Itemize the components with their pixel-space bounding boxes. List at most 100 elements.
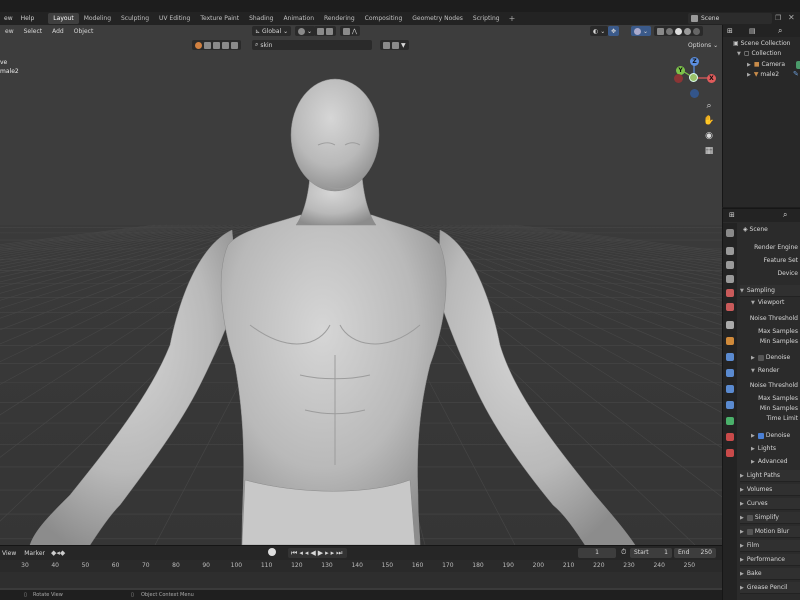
particles-tab-icon[interactable] [726, 369, 734, 377]
viewport-shading-buttons[interactable] [654, 26, 703, 36]
search-filter-buttons[interactable]: ▼ [380, 40, 409, 50]
tab-scripting[interactable]: Scripting [468, 13, 505, 24]
section-curves[interactable]: ▶ Curves [740, 498, 800, 510]
section-motion-blur[interactable]: ▶ Motion Blur [740, 526, 800, 538]
section-volumes[interactable]: ▶ Volumes [740, 484, 800, 496]
output-tab-icon[interactable] [726, 261, 734, 269]
timeline-track-area[interactable] [0, 572, 722, 588]
outliner-camera[interactable]: ▶ ■ Camera [747, 60, 785, 70]
subsection-render[interactable]: ▼ Render [751, 366, 779, 376]
constraints-tab-icon[interactable] [726, 401, 734, 409]
search-field[interactable]: ⌕ skin [252, 40, 372, 50]
tab-shading[interactable]: Shading [244, 13, 278, 24]
jump-end-icon[interactable]: ⏭ [336, 549, 344, 557]
section-bake[interactable]: ▶ Bake [740, 568, 800, 580]
overlays-toggle[interactable]: ⌄ [631, 26, 652, 36]
visibility-filter[interactable] [192, 40, 241, 50]
current-frame-field[interactable]: 1 [578, 548, 616, 558]
gizmo-center[interactable] [689, 73, 698, 82]
viewport-scene[interactable] [0, 25, 722, 545]
gizmo-x-axis[interactable]: X [707, 74, 716, 83]
section-performance[interactable]: ▶ Performance [740, 554, 800, 566]
section-sampling[interactable]: ▼ Sampling [740, 285, 800, 297]
tool-tab-icon[interactable] [726, 229, 734, 237]
viewport-menu-view[interactable]: ew [0, 28, 19, 35]
material-tab-icon[interactable] [726, 433, 734, 441]
section-light-paths[interactable]: ▶ Light Paths [740, 470, 800, 482]
gizmo-z-axis[interactable]: Z [690, 57, 699, 66]
viewport-menu-select[interactable]: Select [19, 28, 48, 35]
outliner-search-icon[interactable]: ⌕ [778, 26, 782, 36]
display-mode-icon[interactable]: ▤ [749, 27, 756, 35]
collection-tab-icon[interactable] [726, 321, 734, 329]
tab-sculpting[interactable]: Sculpting [116, 13, 154, 24]
snap-toggle[interactable] [314, 26, 336, 36]
tab-uv-editing[interactable]: UV Editing [154, 13, 195, 24]
menu-view[interactable]: ew [0, 15, 17, 22]
add-workspace-button[interactable]: + [505, 14, 520, 23]
tab-modeling[interactable]: Modeling [79, 13, 116, 24]
timeline-menu-marker[interactable]: Marker [18, 550, 51, 557]
proportional-edit-toggle[interactable]: ⋀ [340, 26, 360, 36]
grid-perspective-icon[interactable]: ▦ [703, 145, 715, 157]
start-frame-field[interactable]: Start 1 [630, 548, 672, 558]
3d-viewport[interactable]: ew Select Add Object ⊾ Global ⌄ ⌄ ⋀ ⌕ sk… [0, 25, 722, 545]
modifier-icon[interactable]: ✎ [793, 70, 799, 78]
keyframe-icons[interactable]: ◆◂◆ [51, 549, 65, 557]
camera-view-icon[interactable]: ◉ [703, 130, 715, 142]
render-tab-icon[interactable] [726, 247, 734, 255]
subsection-viewport[interactable]: ▼ Viewport [751, 298, 784, 308]
menu-help[interactable]: Help [17, 15, 39, 22]
preview-range-icon[interactable]: ⏱ [621, 548, 626, 557]
object-tab-icon[interactable] [726, 337, 734, 345]
texture-tab-icon[interactable] [726, 449, 734, 457]
tab-geometry-nodes[interactable]: Geometry Nodes [407, 13, 468, 24]
camera-data-icon[interactable] [796, 61, 800, 69]
section-simplify[interactable]: ▶ Simplify [740, 512, 800, 524]
render-denoise-checkbox[interactable]: ▶ Denoise [751, 431, 790, 441]
record-button[interactable] [268, 548, 276, 556]
viewport-denoise-checkbox[interactable]: ▶ Denoise [751, 353, 790, 363]
modifier-tab-icon[interactable] [726, 353, 734, 361]
copy-scene-icon[interactable]: ❐ [775, 14, 781, 22]
gizmo-toggle[interactable]: ✥ [608, 26, 620, 36]
shading-modes[interactable]: ◐ ⌄ [590, 26, 609, 36]
pan-hand-icon[interactable]: ✋ [703, 115, 715, 127]
scene-selector[interactable]: Scene [688, 13, 772, 24]
timeline-ruler[interactable]: 30 40 50 60 70 80 90 100 110 120 130 140 150 160 170 18… [0, 560, 722, 572]
end-frame-field[interactable]: End 250 [674, 548, 716, 558]
tab-layout[interactable]: Layout [48, 13, 79, 24]
subsection-lights[interactable]: ▶ Lights [751, 444, 776, 454]
next-key-icon[interactable]: ▸▸ [325, 549, 336, 557]
tab-texture-paint[interactable]: Texture Paint [195, 13, 244, 24]
gizmo-neg-z[interactable] [690, 89, 699, 98]
play-reverse-icon[interactable]: ◀ [310, 549, 317, 557]
zoom-icon[interactable]: ⌕ [703, 100, 715, 112]
outliner-collection[interactable]: ▼ ▢ Collection [737, 49, 781, 59]
viewport-menu-object[interactable]: Object [69, 28, 99, 35]
editor-type-icon[interactable]: ⊞ [727, 27, 733, 35]
tab-compositing[interactable]: Compositing [360, 13, 408, 24]
data-tab-icon[interactable] [726, 417, 734, 425]
tab-rendering[interactable]: Rendering [319, 13, 360, 24]
properties-editor-icon[interactable]: ⊞ [729, 211, 735, 219]
subsection-advanced[interactable]: ▶ Advanced [751, 457, 788, 467]
options-dropdown[interactable]: Options ⌄ [685, 40, 721, 50]
prev-key-icon[interactable]: ◂◂ [299, 549, 310, 557]
gizmo-neg-x[interactable] [674, 74, 683, 83]
physics-tab-icon[interactable] [726, 385, 734, 393]
section-film[interactable]: ▶ Film [740, 540, 800, 552]
section-grease-pencil[interactable]: ▶ Grease Pencil [740, 582, 800, 594]
world-tab-icon[interactable] [726, 303, 734, 311]
outliner-male2[interactable]: ▶ ▼ male2 [747, 70, 779, 80]
delete-scene-icon[interactable]: ✕ [788, 13, 795, 22]
navigation-gizmo[interactable]: Z Y X [672, 57, 718, 123]
scene-tab-icon[interactable] [726, 289, 734, 297]
outliner-scene-collection[interactable]: ▣ Scene Collection [733, 39, 790, 49]
properties-search-icon[interactable]: ⌕ [783, 210, 787, 220]
tab-animation[interactable]: Animation [278, 13, 319, 24]
viewport-menu-add[interactable]: Add [47, 28, 69, 35]
playback-controls[interactable]: ⏮◂◂◀▶▸▸⏭ [288, 548, 348, 558]
transform-orientation-dropdown[interactable]: ⊾ Global ⌄ [252, 26, 292, 36]
view-layer-tab-icon[interactable] [726, 275, 734, 283]
